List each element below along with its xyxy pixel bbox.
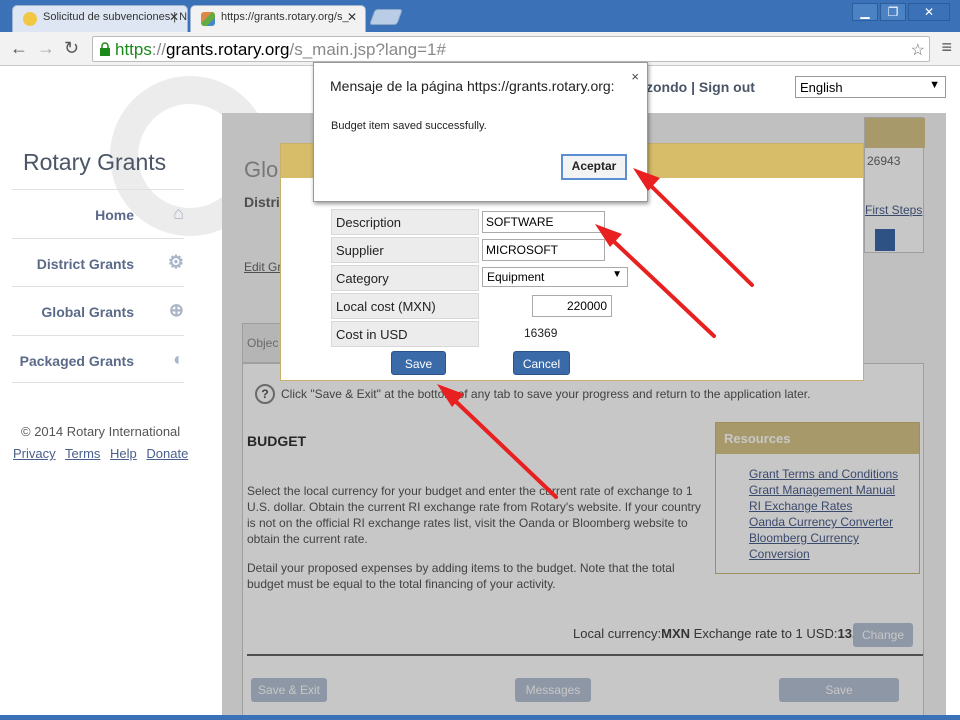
close-icon[interactable]: × — [631, 69, 639, 84]
separator: | — [691, 79, 696, 95]
reload-icon[interactable]: ↻ — [64, 38, 79, 59]
new-tab-button[interactable] — [369, 9, 403, 25]
form-row-cost-usd: Cost in USD 16369 — [331, 321, 631, 347]
tab-title: https://grants.rotary.org/s_ — [221, 11, 349, 23]
back-arrow-icon[interactable]: ← — [10, 38, 28, 59]
description-input[interactable]: SOFTWARE — [482, 211, 605, 233]
alert-dialog: Mensaje de la página https://grants.rota… — [313, 62, 648, 202]
modal-cancel-button[interactable]: Cancel — [513, 351, 570, 375]
page-favicon-icon — [201, 12, 215, 26]
local-cost-label: Local cost (MXN) — [331, 293, 479, 319]
url-text: https://grants.rotary.org/s_main.jsp?lan… — [115, 40, 446, 59]
help-link[interactable]: Help — [110, 446, 137, 461]
close-tab-icon[interactable]: ✕ — [169, 10, 179, 24]
sidebar-item-label: Packaged Grants — [19, 352, 134, 369]
alert-message: Budget item saved successfully. — [331, 120, 487, 132]
language-value: English — [800, 80, 843, 95]
form-row-description: Description SOFTWARE — [331, 209, 631, 235]
form-row-category: Category Equipment ▼ — [331, 265, 631, 291]
home-icon: ⌂ — [173, 203, 184, 223]
user-name: zondo — [646, 79, 688, 95]
sidebar-item-district-grants[interactable]: District Grants ⚙ — [12, 237, 184, 287]
sidebar-item-label: District Grants — [36, 255, 134, 272]
form-row-local-cost: Local cost (MXN) 220000 — [331, 293, 631, 319]
sidebar-item-label: Home — [95, 207, 134, 223]
description-label: Description — [331, 209, 479, 235]
gear-icon: ⚙ — [167, 251, 184, 272]
sidebar-item-packaged-grants[interactable]: Packaged Grants ◐ — [12, 334, 184, 383]
browser-toolbar: ← → ↻ https://grants.rotary.org/s_main.j… — [0, 32, 960, 66]
sidebar-item-global-grants[interactable]: Global Grants ⊕ — [12, 286, 184, 335]
supplier-input[interactable]: MICROSOFT — [482, 239, 605, 261]
sign-out-link[interactable]: Sign out — [699, 79, 755, 95]
user-bar: zondo | Sign out — [646, 79, 755, 95]
restore-button[interactable]: ❐ — [880, 3, 906, 21]
address-bar[interactable]: https://grants.rotary.org/s_main.jsp?lan… — [92, 36, 930, 62]
donate-link[interactable]: Donate — [146, 446, 188, 461]
copyright: © 2014 Rotary International — [21, 424, 181, 439]
lock-icon — [100, 42, 110, 56]
supplier-label: Supplier — [331, 237, 479, 263]
modal-save-button[interactable]: Save — [391, 351, 446, 375]
window-controls: ▁ ❐ ✕ — [850, 3, 950, 21]
sidebar: Rotary Grants Home ⌂ District Grants ⚙ G… — [0, 66, 270, 720]
rotary-favicon-icon — [23, 12, 37, 26]
sidebar-nav: Home ⌂ District Grants ⚙ Global Grants ⊕… — [12, 189, 184, 383]
forward-arrow-icon[interactable]: → — [37, 38, 55, 59]
globe-icon: ⊕ — [168, 300, 184, 320]
taskbar-strip — [0, 715, 960, 720]
footer-links: Privacy Terms Help Donate — [13, 446, 194, 461]
bookmark-star-icon[interactable]: ☆ — [911, 40, 925, 60]
sidebar-item-label: Global Grants — [41, 304, 134, 320]
form-row-supplier: Supplier MICROSOFT — [331, 237, 631, 263]
chevron-down-icon: ▼ — [929, 79, 940, 91]
tab-title: Solicitud de subvenciones | N — [43, 11, 188, 23]
browser-tab-1[interactable]: Solicitud de subvenciones | N ✕ — [12, 5, 188, 32]
browser-tabbar: Solicitud de subvenciones | N ✕ https://… — [0, 0, 960, 32]
brand-title: Rotary Grants — [23, 149, 167, 175]
browser-tab-2[interactable]: https://grants.rotary.org/s_ ✕ — [190, 5, 366, 32]
category-value: Equipment — [487, 270, 545, 284]
minimize-button[interactable]: ▁ — [852, 3, 878, 21]
chevron-down-icon: ▼ — [612, 269, 622, 280]
close-window-button[interactable]: ✕ — [908, 3, 950, 21]
accept-button[interactable]: Aceptar — [561, 154, 627, 180]
category-select[interactable]: Equipment ▼ — [482, 267, 628, 287]
close-tab-icon[interactable]: ✕ — [347, 10, 357, 24]
cycle-icon: ◐ — [173, 348, 184, 369]
terms-link[interactable]: Terms — [65, 446, 100, 461]
alert-title: Mensaje de la página https://grants.rota… — [330, 78, 615, 94]
category-label: Category — [331, 265, 479, 291]
privacy-link[interactable]: Privacy — [13, 446, 56, 461]
language-select[interactable]: English ▼ — [795, 76, 946, 98]
menu-icon[interactable]: ≡ — [941, 37, 952, 58]
sidebar-item-home[interactable]: Home ⌂ — [12, 189, 184, 238]
cost-usd-label: Cost in USD — [331, 321, 479, 347]
cost-usd-value: 16369 — [524, 326, 558, 340]
local-cost-input[interactable]: 220000 — [532, 295, 612, 317]
